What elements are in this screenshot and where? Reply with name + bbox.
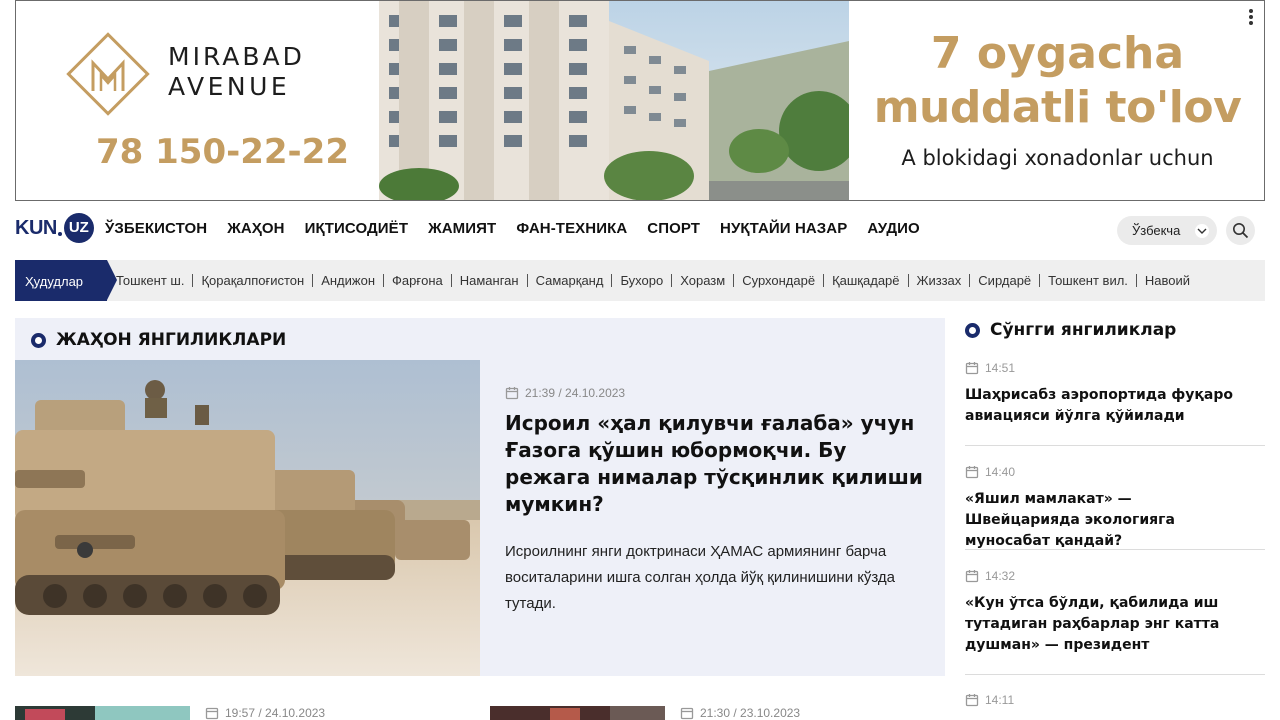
nav-science-tech[interactable]: ФАН-ТЕХНИКА <box>516 220 627 237</box>
regions-tab[interactable]: Ҳудудлар <box>15 260 117 301</box>
region-link[interactable]: Фарғона <box>384 274 452 287</box>
banner-brand-line2: AVENUE <box>168 72 291 101</box>
latest-news-sidebar: Сўнгги янгиликлар 14:51 Шаҳрисабз аэропо… <box>965 318 1265 720</box>
nav-economy[interactable]: ИҚТИСОДИЁТ <box>305 220 408 237</box>
banner-brand-line1: MIRABAD <box>168 42 305 71</box>
latest-news-time-text: 14:11 <box>985 693 1015 707</box>
region-link[interactable]: Жиззах <box>909 274 971 287</box>
latest-news-item[interactable]: 14:32 «Кун ўтса бўлди, қабилида иш тутад… <box>965 569 1265 656</box>
divider <box>965 445 1265 446</box>
featured-article-image[interactable] <box>15 360 480 676</box>
region-link[interactable]: Қашқадарё <box>824 274 909 287</box>
region-link[interactable]: Сурхондарё <box>734 274 825 287</box>
logo-uz-badge: UZ <box>63 213 94 243</box>
latest-news-heading[interactable]: Сўнгги янгиликлар <box>965 320 1176 340</box>
latest-news-time: 14:51 <box>965 361 1265 375</box>
section-heading[interactable]: ЖАҲОН ЯНГИЛИКЛАРИ <box>31 330 286 350</box>
nav-audio[interactable]: АУДИО <box>867 220 919 237</box>
featured-article-datetime: 21:39 / 24.10.2023 <box>525 386 626 400</box>
region-link[interactable]: Хоразм <box>672 274 735 287</box>
region-link[interactable]: Наманган <box>452 274 528 287</box>
section-ring-icon <box>965 322 980 338</box>
region-link[interactable]: Сирдарё <box>970 274 1041 287</box>
latest-news-title: Сўнгги янгиликлар <box>990 320 1177 340</box>
calendar-icon <box>680 707 694 720</box>
site-logo[interactable]: KUN UZ <box>15 213 94 243</box>
nav-opinion[interactable]: НУҚТАЙИ НАЗАР <box>720 220 847 237</box>
banner-brand-panel: MIRABAD AVENUE 78 150-22-22 <box>16 1 379 200</box>
calendar-icon <box>965 570 979 583</box>
region-list: Тошкент ш. Қорақалпоғистон Андижон Фарғо… <box>116 274 1198 287</box>
divider <box>965 674 1265 675</box>
latest-news-time-text: 14:32 <box>985 569 1016 583</box>
latest-news-time-text: 14:40 <box>985 465 1016 479</box>
world-news-section: ЖАҲОН ЯНГИЛИКЛАРИ 21:39 / 24.10.2023 Иср… <box>15 318 945 676</box>
section-title: ЖАҲОН ЯНГИЛИКЛАРИ <box>56 330 287 350</box>
latest-news-time: 14:32 <box>965 569 1265 583</box>
region-link[interactable]: Андижон <box>313 274 385 287</box>
calendar-icon <box>965 466 979 479</box>
region-link[interactable]: Навоий <box>1137 274 1198 287</box>
latest-news-time: 14:11 <box>965 693 1265 707</box>
latest-news-time-text: 14:51 <box>985 361 1016 375</box>
calendar-icon <box>505 387 519 400</box>
region-link[interactable]: Бухоро <box>612 274 673 287</box>
section-ring-icon <box>31 332 46 348</box>
article-card-datetime: 19:57 / 24.10.2023 <box>225 706 326 720</box>
chevron-down-icon <box>1195 224 1209 238</box>
article-card-date: 21:30 / 23.10.2023 <box>680 706 800 720</box>
dots-menu-icon[interactable] <box>1248 9 1254 27</box>
latest-news-time: 14:40 <box>965 465 1265 479</box>
calendar-icon <box>965 362 979 375</box>
banner-promo-line3: A blokidagi xonadonlar uchun <box>901 146 1214 170</box>
latest-news-item[interactable]: 14:11 <box>965 693 1265 707</box>
region-link[interactable]: Тошкент ш. <box>116 274 194 287</box>
banner-phone: 78 150-22-22 <box>96 132 349 172</box>
nav-world[interactable]: ЖАҲОН <box>227 220 284 237</box>
banner-building-photo <box>379 1 849 200</box>
main-nav: ЎЗБЕКИСТОН ЖАҲОН ИҚТИСОДИЁТ ЖАМИЯТ ФАН-Т… <box>105 220 940 237</box>
advertisement-banner[interactable]: MIRABAD AVENUE 78 150-22-22 7 oygacha mu… <box>15 0 1265 201</box>
nav-society[interactable]: ЖАМИЯТ <box>428 220 496 237</box>
banner-promo-panel: 7 oygacha muddatli to'lov A blokidagi xo… <box>849 1 1264 200</box>
search-button[interactable] <box>1226 216 1255 245</box>
logo-kun-text: KUN <box>15 216 57 239</box>
mirabad-logo-icon <box>66 32 150 116</box>
search-icon <box>1233 223 1249 239</box>
language-select-value: Ўзбекча <box>1132 223 1181 238</box>
banner-promo-line1: 7 oygacha <box>930 28 1185 79</box>
latest-news-item[interactable]: 14:40 «Яшил мамлакат» — Швейцарияда экол… <box>965 465 1265 552</box>
article-card-datetime: 21:30 / 23.10.2023 <box>700 706 801 720</box>
region-link[interactable]: Қорақалпоғистон <box>193 274 314 287</box>
divider <box>965 549 1265 550</box>
latest-news-item-title[interactable]: «Кун ўтса бўлди, қабилида иш тутадиган р… <box>965 593 1250 656</box>
region-link[interactable]: Самарқанд <box>528 274 613 287</box>
calendar-icon <box>205 707 219 720</box>
logo-dot <box>57 232 62 236</box>
article-card-date: 19:57 / 24.10.2023 <box>205 706 325 720</box>
calendar-icon <box>965 694 979 707</box>
latest-news-item-title[interactable]: Шаҳрисабз аэропортида фуқаро авиацияси й… <box>965 385 1250 427</box>
nav-sport[interactable]: СПОРТ <box>647 220 700 237</box>
banner-promo-line2: muddatli to'lov <box>873 82 1242 133</box>
language-select[interactable]: Ўзбекча <box>1117 216 1217 245</box>
article-card-image[interactable] <box>15 706 190 720</box>
featured-article-title[interactable]: Исроил «ҳал қилувчи ғалаба» учун Ғазога … <box>505 410 925 518</box>
latest-news-item[interactable]: 14:51 Шаҳрисабз аэропортида фуқаро авиац… <box>965 361 1265 427</box>
featured-article-date: 21:39 / 24.10.2023 <box>505 386 625 400</box>
article-card-image[interactable] <box>490 706 665 720</box>
featured-article-excerpt: Исроилнинг янги доктринаси ҲАМАС армияни… <box>505 543 895 612</box>
nav-uzbekistan[interactable]: ЎЗБЕКИСТОН <box>105 220 207 237</box>
site-header: KUN UZ ЎЗБЕКИСТОН ЖАҲОН ИҚТИСОДИЁТ ЖАМИЯ… <box>15 208 1265 252</box>
regions-bar: Ҳудудлар Тошкент ш. Қорақалпоғистон Анди… <box>15 260 1265 301</box>
latest-news-item-title[interactable]: «Яшил мамлакат» — Швейцарияда экологияга… <box>965 489 1250 552</box>
region-link[interactable]: Тошкент вил. <box>1040 274 1137 287</box>
